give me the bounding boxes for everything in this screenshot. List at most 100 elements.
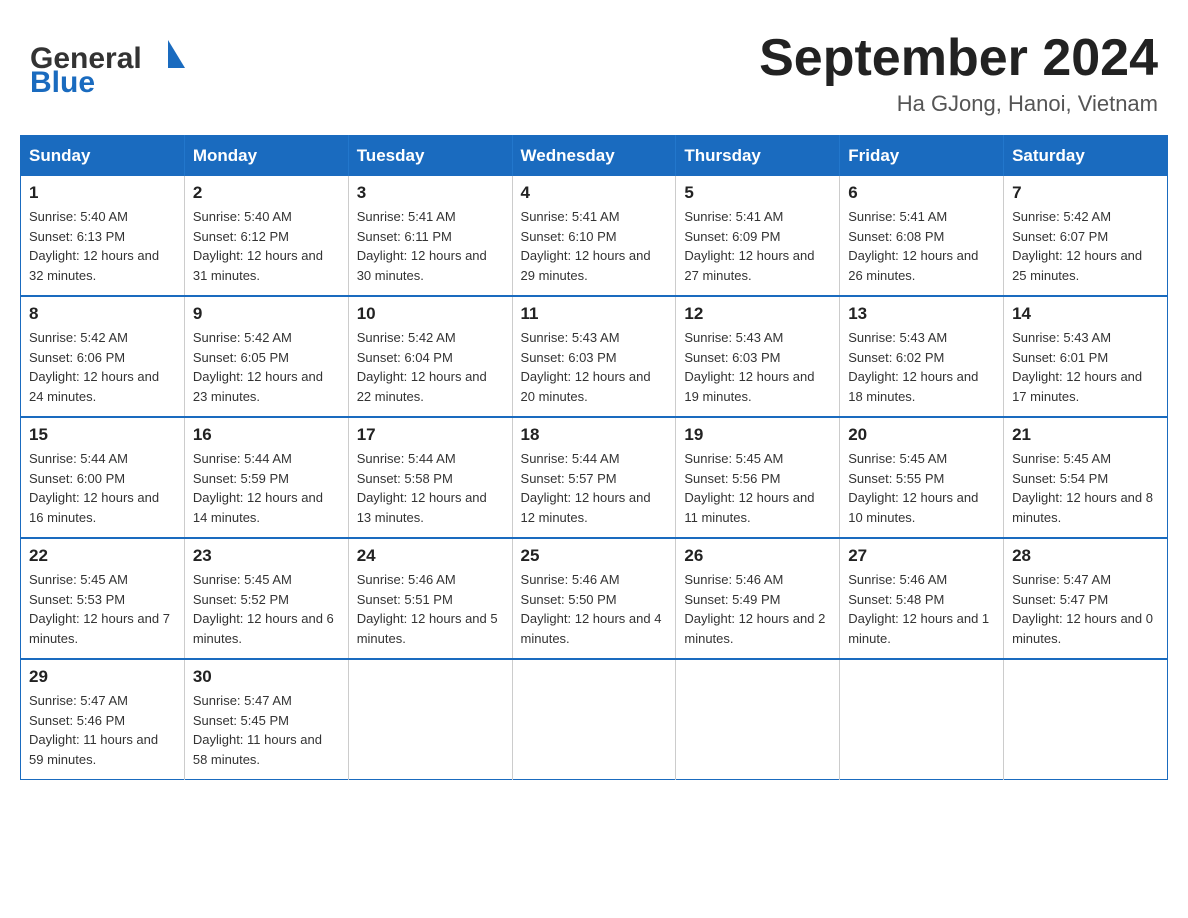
table-row: 7 Sunrise: 5:42 AMSunset: 6:07 PMDayligh… (1004, 176, 1168, 296)
header-sunday: Sunday (21, 136, 185, 177)
day-info: Sunrise: 5:43 AMSunset: 6:01 PMDaylight:… (1012, 330, 1142, 404)
month-title: September 2024 (759, 30, 1158, 87)
day-info: Sunrise: 5:43 AMSunset: 6:03 PMDaylight:… (684, 330, 814, 404)
svg-text:Blue: Blue (30, 66, 95, 99)
day-number: 11 (521, 304, 668, 324)
table-row: 22 Sunrise: 5:45 AMSunset: 5:53 PMDaylig… (21, 538, 185, 659)
title-block: September 2024 Ha GJong, Hanoi, Vietnam (759, 30, 1158, 117)
day-info: Sunrise: 5:41 AMSunset: 6:09 PMDaylight:… (684, 209, 814, 283)
day-info: Sunrise: 5:45 AMSunset: 5:55 PMDaylight:… (848, 451, 978, 525)
day-info: Sunrise: 5:47 AMSunset: 5:47 PMDaylight:… (1012, 572, 1153, 646)
table-row: 28 Sunrise: 5:47 AMSunset: 5:47 PMDaylig… (1004, 538, 1168, 659)
logo: General Blue (30, 30, 190, 100)
page-header: General Blue September 2024 Ha GJong, Ha… (20, 20, 1168, 117)
day-info: Sunrise: 5:42 AMSunset: 6:04 PMDaylight:… (357, 330, 487, 404)
calendar-week-row: 1 Sunrise: 5:40 AMSunset: 6:13 PMDayligh… (21, 176, 1168, 296)
table-row: 30 Sunrise: 5:47 AMSunset: 5:45 PMDaylig… (184, 659, 348, 780)
day-info: Sunrise: 5:42 AMSunset: 6:07 PMDaylight:… (1012, 209, 1142, 283)
day-number: 25 (521, 546, 668, 566)
day-number: 3 (357, 183, 504, 203)
table-row: 27 Sunrise: 5:46 AMSunset: 5:48 PMDaylig… (840, 538, 1004, 659)
table-row: 16 Sunrise: 5:44 AMSunset: 5:59 PMDaylig… (184, 417, 348, 538)
table-row: 1 Sunrise: 5:40 AMSunset: 6:13 PMDayligh… (21, 176, 185, 296)
day-number: 2 (193, 183, 340, 203)
table-row: 11 Sunrise: 5:43 AMSunset: 6:03 PMDaylig… (512, 296, 676, 417)
day-number: 14 (1012, 304, 1159, 324)
day-info: Sunrise: 5:45 AMSunset: 5:52 PMDaylight:… (193, 572, 334, 646)
day-number: 18 (521, 425, 668, 445)
table-row: 15 Sunrise: 5:44 AMSunset: 6:00 PMDaylig… (21, 417, 185, 538)
day-info: Sunrise: 5:44 AMSunset: 5:59 PMDaylight:… (193, 451, 323, 525)
calendar-week-row: 15 Sunrise: 5:44 AMSunset: 6:00 PMDaylig… (21, 417, 1168, 538)
day-number: 1 (29, 183, 176, 203)
table-row (348, 659, 512, 780)
header-tuesday: Tuesday (348, 136, 512, 177)
day-number: 17 (357, 425, 504, 445)
table-row: 9 Sunrise: 5:42 AMSunset: 6:05 PMDayligh… (184, 296, 348, 417)
day-info: Sunrise: 5:42 AMSunset: 6:06 PMDaylight:… (29, 330, 159, 404)
table-row: 29 Sunrise: 5:47 AMSunset: 5:46 PMDaylig… (21, 659, 185, 780)
header-wednesday: Wednesday (512, 136, 676, 177)
table-row: 5 Sunrise: 5:41 AMSunset: 6:09 PMDayligh… (676, 176, 840, 296)
day-info: Sunrise: 5:41 AMSunset: 6:10 PMDaylight:… (521, 209, 651, 283)
table-row: 17 Sunrise: 5:44 AMSunset: 5:58 PMDaylig… (348, 417, 512, 538)
table-row: 4 Sunrise: 5:41 AMSunset: 6:10 PMDayligh… (512, 176, 676, 296)
day-info: Sunrise: 5:40 AMSunset: 6:12 PMDaylight:… (193, 209, 323, 283)
logo-svg: General Blue (30, 30, 190, 100)
day-number: 30 (193, 667, 340, 687)
day-number: 6 (848, 183, 995, 203)
day-info: Sunrise: 5:40 AMSunset: 6:13 PMDaylight:… (29, 209, 159, 283)
calendar-table: Sunday Monday Tuesday Wednesday Thursday… (20, 135, 1168, 780)
header-friday: Friday (840, 136, 1004, 177)
table-row: 25 Sunrise: 5:46 AMSunset: 5:50 PMDaylig… (512, 538, 676, 659)
day-info: Sunrise: 5:46 AMSunset: 5:48 PMDaylight:… (848, 572, 989, 646)
day-info: Sunrise: 5:44 AMSunset: 6:00 PMDaylight:… (29, 451, 159, 525)
day-number: 28 (1012, 546, 1159, 566)
day-number: 12 (684, 304, 831, 324)
day-number: 16 (193, 425, 340, 445)
calendar-week-row: 8 Sunrise: 5:42 AMSunset: 6:06 PMDayligh… (21, 296, 1168, 417)
day-number: 15 (29, 425, 176, 445)
day-info: Sunrise: 5:46 AMSunset: 5:49 PMDaylight:… (684, 572, 825, 646)
day-number: 19 (684, 425, 831, 445)
table-row: 13 Sunrise: 5:43 AMSunset: 6:02 PMDaylig… (840, 296, 1004, 417)
day-number: 23 (193, 546, 340, 566)
day-number: 27 (848, 546, 995, 566)
day-info: Sunrise: 5:41 AMSunset: 6:11 PMDaylight:… (357, 209, 487, 283)
table-row: 10 Sunrise: 5:42 AMSunset: 6:04 PMDaylig… (348, 296, 512, 417)
day-number: 24 (357, 546, 504, 566)
day-info: Sunrise: 5:43 AMSunset: 6:03 PMDaylight:… (521, 330, 651, 404)
table-row: 2 Sunrise: 5:40 AMSunset: 6:12 PMDayligh… (184, 176, 348, 296)
day-info: Sunrise: 5:44 AMSunset: 5:58 PMDaylight:… (357, 451, 487, 525)
day-info: Sunrise: 5:41 AMSunset: 6:08 PMDaylight:… (848, 209, 978, 283)
location: Ha GJong, Hanoi, Vietnam (759, 91, 1158, 117)
table-row (1004, 659, 1168, 780)
calendar-week-row: 29 Sunrise: 5:47 AMSunset: 5:46 PMDaylig… (21, 659, 1168, 780)
day-number: 4 (521, 183, 668, 203)
table-row (676, 659, 840, 780)
day-info: Sunrise: 5:47 AMSunset: 5:45 PMDaylight:… (193, 693, 322, 767)
day-number: 7 (1012, 183, 1159, 203)
day-number: 8 (29, 304, 176, 324)
header-saturday: Saturday (1004, 136, 1168, 177)
table-row (840, 659, 1004, 780)
table-row: 14 Sunrise: 5:43 AMSunset: 6:01 PMDaylig… (1004, 296, 1168, 417)
day-info: Sunrise: 5:42 AMSunset: 6:05 PMDaylight:… (193, 330, 323, 404)
table-row: 24 Sunrise: 5:46 AMSunset: 5:51 PMDaylig… (348, 538, 512, 659)
table-row: 3 Sunrise: 5:41 AMSunset: 6:11 PMDayligh… (348, 176, 512, 296)
day-number: 29 (29, 667, 176, 687)
day-number: 13 (848, 304, 995, 324)
table-row: 23 Sunrise: 5:45 AMSunset: 5:52 PMDaylig… (184, 538, 348, 659)
calendar-week-row: 22 Sunrise: 5:45 AMSunset: 5:53 PMDaylig… (21, 538, 1168, 659)
day-info: Sunrise: 5:43 AMSunset: 6:02 PMDaylight:… (848, 330, 978, 404)
day-info: Sunrise: 5:47 AMSunset: 5:46 PMDaylight:… (29, 693, 158, 767)
header-thursday: Thursday (676, 136, 840, 177)
day-info: Sunrise: 5:44 AMSunset: 5:57 PMDaylight:… (521, 451, 651, 525)
table-row: 18 Sunrise: 5:44 AMSunset: 5:57 PMDaylig… (512, 417, 676, 538)
table-row: 20 Sunrise: 5:45 AMSunset: 5:55 PMDaylig… (840, 417, 1004, 538)
day-number: 10 (357, 304, 504, 324)
day-info: Sunrise: 5:46 AMSunset: 5:51 PMDaylight:… (357, 572, 498, 646)
day-number: 5 (684, 183, 831, 203)
table-row: 26 Sunrise: 5:46 AMSunset: 5:49 PMDaylig… (676, 538, 840, 659)
table-row (512, 659, 676, 780)
